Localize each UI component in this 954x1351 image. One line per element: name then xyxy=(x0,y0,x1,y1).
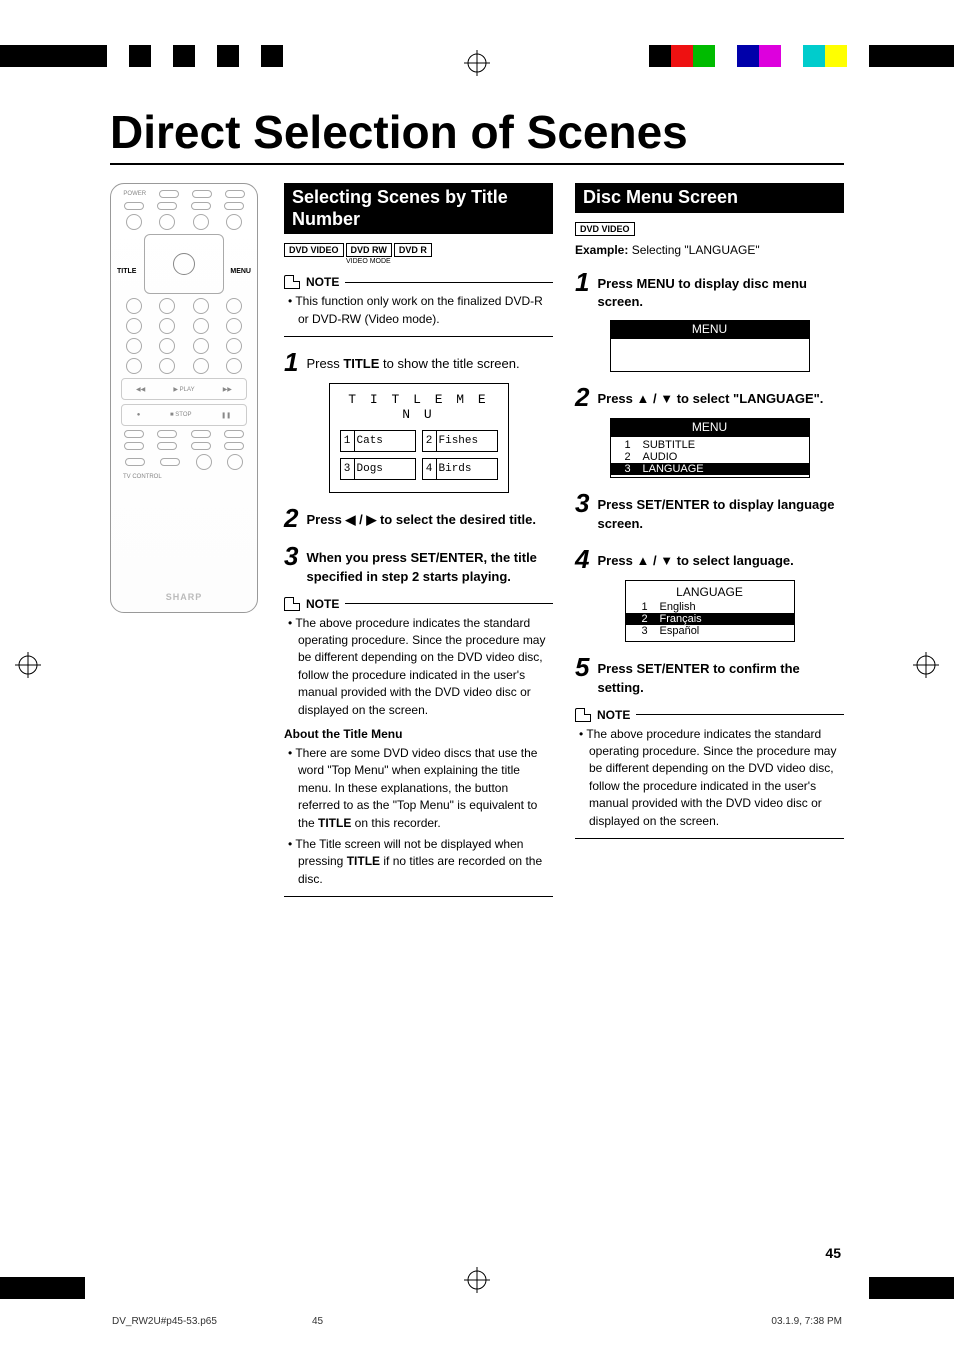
note-header: NOTE xyxy=(575,708,844,722)
example-text: Example: Selecting "LANGUAGE" xyxy=(575,243,844,257)
badge-dvd-video: DVD VIDEO xyxy=(575,222,635,236)
print-footer: DV_RW2U#p45-53.p65 45 03.1.9, 7:38 PM xyxy=(112,1316,842,1327)
crosshair-icon xyxy=(913,652,939,678)
note-text: There are some DVD video discs that use … xyxy=(284,745,553,832)
note-text: The above procedure indicates the standa… xyxy=(575,726,844,830)
section-heading-disc-menu: Disc Menu Screen xyxy=(575,183,844,213)
step-3: 3 Press SET/ENTER to display language sc… xyxy=(575,490,844,534)
menu-screen-illustration: MENU xyxy=(610,320,810,372)
print-color-swatches xyxy=(649,45,869,67)
divider xyxy=(284,336,553,337)
crosshair-icon xyxy=(15,652,41,678)
disc-badges: DVD VIDEODVD RWDVD R VIDEO MODE xyxy=(284,240,553,265)
page-number: 45 xyxy=(825,1245,841,1261)
step-3: 3 When you press SET/ENTER, the title sp… xyxy=(284,543,553,587)
title-menu-illustration: T I T L E M E N U 1Cats 2Fishes 3Dogs 4B… xyxy=(329,383,509,493)
print-mark xyxy=(0,1277,85,1299)
step-4: 4 Press ▲ / ▼ to select language. xyxy=(575,546,844,572)
divider xyxy=(575,838,844,839)
about-title-menu-heading: About the Title Menu xyxy=(284,727,553,741)
note-icon xyxy=(284,597,300,611)
note-text: The above procedure indicates the standa… xyxy=(284,615,553,719)
crosshair-icon xyxy=(464,50,490,76)
note-icon xyxy=(284,275,300,289)
note-text: This function only work on the finalized… xyxy=(284,293,553,328)
crosshair-icon xyxy=(464,1267,490,1293)
step-2: 2 Press ▲ / ▼ to select "LANGUAGE". xyxy=(575,384,844,410)
menu-screen-illustration: MENU 1SUBTITLE 2AUDIO 3LANGUAGE xyxy=(610,418,810,478)
page-title: Direct Selection of Scenes xyxy=(110,105,844,159)
note-icon xyxy=(575,708,591,722)
remote-illustration: POWER TITLE MENU ◀◀▶ PLAY▶▶ ●■ STOP❚❚ TV xyxy=(110,183,258,613)
step-5: 5 Press SET/ENTER to confirm the setting… xyxy=(575,654,844,698)
print-mark xyxy=(869,1277,954,1299)
section-heading-selecting: Selecting Scenes by Title Number xyxy=(284,183,553,234)
title-rule xyxy=(110,163,844,165)
step-1: 1 Press TITLE to show the title screen. xyxy=(284,349,553,375)
step-1: 1 Press MENU to display disc menu screen… xyxy=(575,269,844,313)
language-screen-illustration: LANGUAGE 1English 2Français 3Español xyxy=(625,580,795,642)
note-text: The Title screen will not be displayed w… xyxy=(284,836,553,888)
divider xyxy=(284,896,553,897)
note-header: NOTE xyxy=(284,275,553,289)
step-2: 2 Press ◀ / ▶ to select the desired titl… xyxy=(284,505,553,531)
print-bw-swatches xyxy=(85,45,305,67)
note-header: NOTE xyxy=(284,597,553,611)
